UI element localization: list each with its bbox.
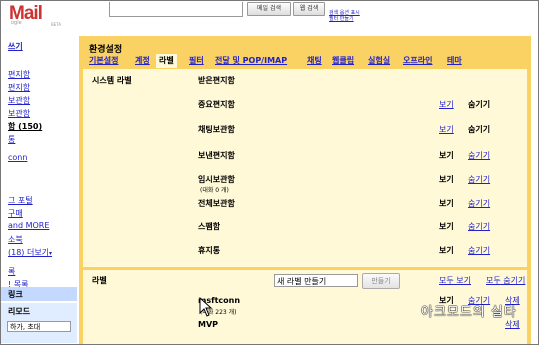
tab-labs[interactable]: 실험실 [368, 55, 390, 66]
invite-input[interactable]: 하가, 초대 [7, 321, 71, 332]
sidebar-link-contacts[interactable]: 록 [8, 266, 15, 277]
search-web-button[interactable]: 웹 검색 [293, 2, 325, 16]
hide-button[interactable]: 숨기기 [468, 222, 490, 231]
label-row-trash: 휴지통 [198, 246, 221, 255]
hide-button[interactable]: 숨기기 [468, 246, 490, 255]
hide-button[interactable]: 숨기기 [468, 175, 490, 184]
sidebar-item-sent[interactable]: 편지함 [8, 82, 30, 93]
show-button-selected: 보기 [439, 151, 454, 160]
logo-subtext: ogle [11, 20, 22, 26]
search-links: 검색 옵션 표시 필터 만들기 [329, 10, 360, 22]
label-row-chats: 채팅보관함 [198, 125, 235, 134]
tab-general[interactable]: 기본설정 [89, 55, 118, 66]
sidebar-item-spam[interactable]: 함 (150) [8, 121, 42, 132]
tab-filters[interactable]: 필터 [189, 55, 204, 66]
show-button-selected: 보기 [439, 199, 454, 208]
tab-offline[interactable]: 오프라인 [403, 55, 432, 66]
tab-webclips[interactable]: 웹클립 [332, 55, 354, 66]
label-row-mvp: MVP [198, 320, 219, 329]
sidebar-item-trash[interactable]: 통 [8, 134, 15, 145]
label-row-starred: 중요편지함 [198, 100, 235, 109]
label-row-drafts: 임시보관함 [198, 175, 235, 184]
sidebar-box-links-title[interactable]: 링크 [8, 289, 23, 300]
mouse-pointer-icon [199, 297, 213, 317]
sidebar-link-book[interactable]: 소북 [8, 234, 23, 245]
tab-themes[interactable]: 테마 [447, 55, 462, 66]
label-row-all-mail: 전체보관함 [198, 199, 235, 208]
show-all-link[interactable]: 모두 보기 [439, 276, 471, 285]
tab-accounts[interactable]: 계정 [135, 55, 150, 66]
hide-button-selected: 숨기기 [468, 100, 491, 109]
system-labels-title: 시스템 라벨 [92, 76, 132, 85]
label-row-inbox: 받은편지함 [198, 76, 235, 85]
search-input[interactable] [109, 2, 243, 17]
search-mail-button[interactable]: 메일 검색 [247, 2, 291, 16]
sidebar-box-mode-title[interactable]: 리모드 [8, 306, 30, 317]
tab-labels[interactable]: 라벨 [156, 54, 177, 68]
sidebar-item-inbox[interactable]: 편지함 [8, 69, 30, 80]
hide-button[interactable]: 숨기기 [468, 151, 490, 160]
sidebar-item-drafts[interactable]: 보관함 [8, 95, 30, 106]
more-link-label: (18) 더보기 [8, 248, 50, 257]
sidebar-link-more[interactable]: and MORE [8, 221, 49, 230]
tab-forwarding[interactable]: 전달 및 POP/IMAP [215, 55, 287, 66]
sidebar-link-purchase[interactable]: 구매 [8, 208, 23, 219]
sidebar-link-portal[interactable]: 그 포털 [8, 195, 33, 206]
beta-badge: BETA [51, 22, 62, 27]
label-row-sent: 보낸편지함 [198, 151, 235, 160]
chevron-down-icon: ▾ [49, 250, 53, 257]
drafts-count: (대화 0 개) [200, 187, 229, 194]
show-button-selected: 보기 [439, 175, 454, 184]
hide-button-selected: 숨기기 [468, 125, 491, 134]
labels-title: 라벨 [92, 276, 107, 285]
show-button[interactable]: 보기 [439, 100, 454, 109]
show-button-selected: 보기 [439, 222, 454, 231]
create-label-button[interactable]: 만들기 [362, 273, 400, 289]
label-row-spam: 스팸함 [198, 222, 221, 231]
tab-chat[interactable]: 채팅 [307, 55, 322, 66]
hide-all-link[interactable]: 모두 숨기기 [486, 276, 525, 285]
gmail-logo[interactable]: Mail ogle BETA [5, 3, 61, 27]
show-button[interactable]: 보기 [439, 125, 454, 134]
sidebar-item-archive[interactable]: 보관함 [8, 108, 30, 119]
settings-panel: 환경설정 기본설정 계정 라벨 필터 전달 및 POP/IMAP 채팅 웹클립 … [79, 36, 531, 344]
compose-link[interactable]: 쓰기 [8, 41, 23, 52]
delete-label-button[interactable]: 삭제 [505, 319, 520, 330]
section-divider [83, 267, 527, 270]
gmail-window: Mail ogle BETA 메일 검색 웹 검색 검색 옵션 표시 필터 만들… [0, 0, 539, 345]
sidebar-more-link[interactable]: (18) 더보기▾ [8, 247, 52, 258]
hide-button[interactable]: 숨기기 [468, 199, 490, 208]
show-button-selected: 보기 [439, 246, 454, 255]
watermark-text: 아크모드의 실타 [421, 305, 517, 320]
create-filter-link[interactable]: 필터 만들기 [329, 16, 360, 22]
page-title: 환경설정 [89, 45, 123, 55]
new-label-input[interactable]: 새 라벨 만들기 [274, 274, 358, 287]
sidebar-label-msftconn[interactable]: conn [8, 153, 27, 162]
